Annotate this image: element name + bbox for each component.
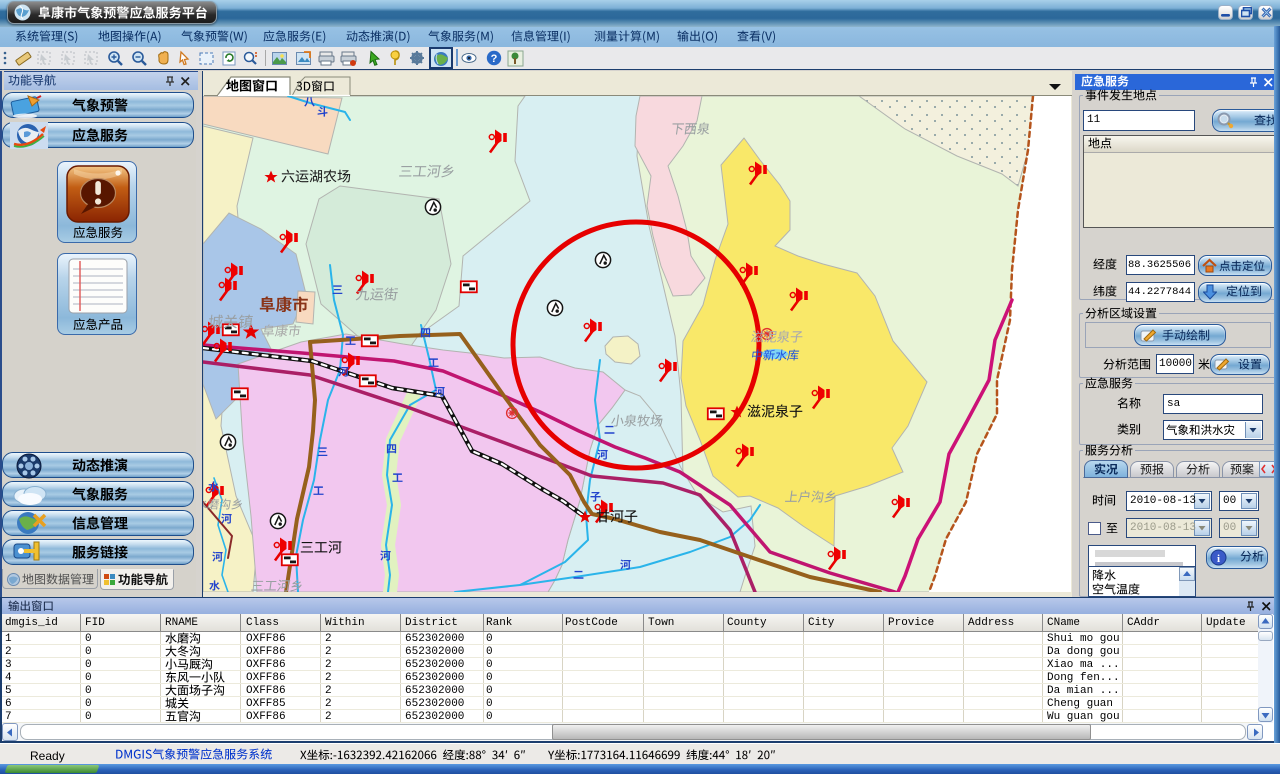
- svg-text:?: ?: [490, 53, 497, 65]
- svg-text:i: i: [1217, 553, 1220, 565]
